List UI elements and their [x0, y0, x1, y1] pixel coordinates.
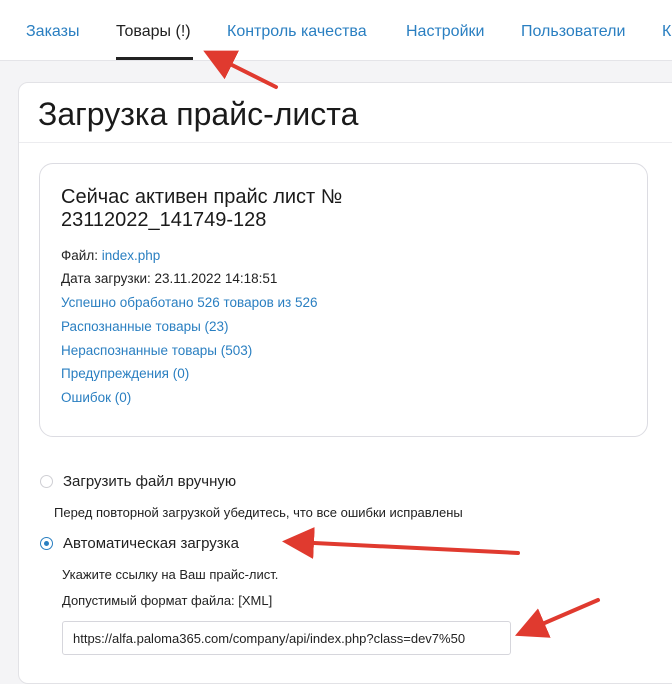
auto-upload-label[interactable]: Автоматическая загрузка [63, 535, 239, 552]
active-tab-indicator [116, 57, 193, 60]
processed-link[interactable]: Успешно обработано 526 товаров из 526 [61, 295, 318, 310]
manual-upload-radio[interactable] [40, 475, 53, 488]
title-divider [19, 142, 672, 143]
tab-users[interactable]: Пользователи [521, 23, 625, 41]
auto-upload-format-note: Допустимый формат файла: [XML] [62, 593, 273, 608]
errors-link[interactable]: Ошибок (0) [61, 390, 131, 405]
top-nav: Заказы Товары (!) Контроль качества Наст… [0, 0, 672, 61]
active-pricelist-title: Сейчас активен прайс лист № 23112022_141… [61, 186, 343, 231]
tab-settings[interactable]: Настройки [406, 23, 484, 41]
file-label: Файл: [61, 248, 98, 263]
file-link[interactable]: index.php [102, 248, 161, 263]
page-title: Загрузка прайс-листа [38, 96, 359, 132]
tab-products[interactable]: Товары (!) [116, 23, 191, 41]
auto-upload-link-note: Укажите ссылку на Ваш прайс-лист. [62, 567, 279, 582]
tab-more[interactable]: К [662, 23, 671, 41]
warnings-link[interactable]: Предупреждения (0) [61, 366, 189, 381]
upload-date: Дата загрузки: 23.11.2022 14:18:51 [61, 271, 278, 286]
unrecognized-link[interactable]: Нераспознанные товары (503) [61, 343, 252, 358]
tab-quality-control[interactable]: Контроль качества [227, 23, 367, 41]
recognized-link[interactable]: Распознанные товары (23) [61, 319, 229, 334]
tab-orders[interactable]: Заказы [26, 23, 79, 41]
manual-upload-note: Перед повторной загрузкой убедитесь, что… [54, 505, 463, 520]
auto-upload-radio[interactable] [40, 537, 53, 550]
file-line: Файл: index.php [61, 248, 160, 263]
manual-upload-label[interactable]: Загрузить файл вручную [63, 473, 236, 490]
pricelist-url-input[interactable] [62, 621, 511, 655]
